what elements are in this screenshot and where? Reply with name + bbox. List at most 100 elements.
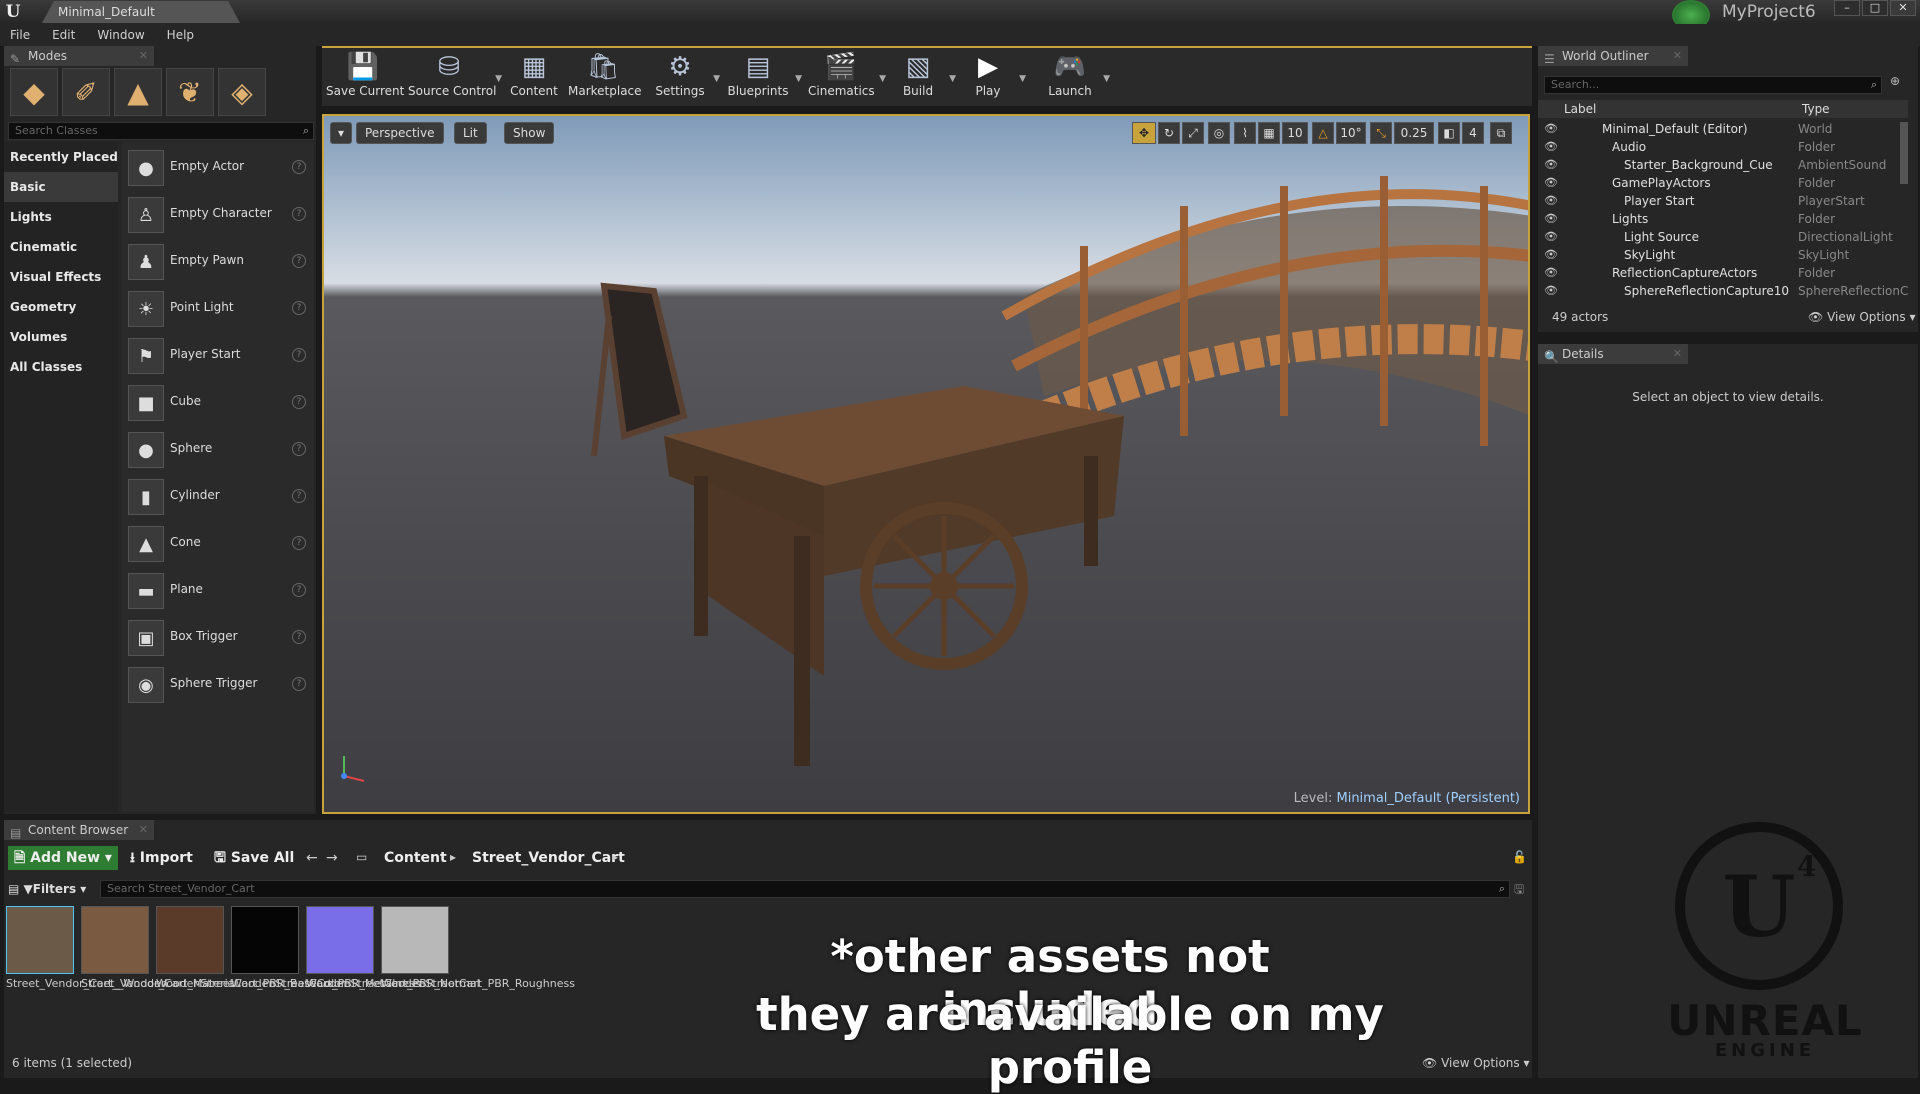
- eye-icon[interactable]: 👁: [1544, 246, 1558, 264]
- save-current-button[interactable]: 💾 Save Current: [326, 50, 404, 106]
- source-control-button[interactable]: ⛁ Source Control ▼: [408, 50, 502, 106]
- chevron-down-icon[interactable]: ▼: [949, 74, 956, 84]
- outliner-row[interactable]: 👁 SkyLight SkyLight: [1538, 246, 1900, 264]
- outliner-scrollbar[interactable]: [1900, 122, 1908, 184]
- play-button[interactable]: ▶ Play ▼: [962, 50, 1026, 106]
- eye-icon[interactable]: 👁: [1544, 228, 1558, 246]
- chevron-down-icon[interactable]: ▼: [1019, 74, 1026, 84]
- landscape-mode-button[interactable]: ▲: [114, 68, 162, 116]
- menu-window[interactable]: Window: [97, 24, 144, 46]
- place-mode-button[interactable]: ◆: [10, 68, 58, 116]
- world-local-icon[interactable]: ◎: [1208, 122, 1230, 144]
- actor-item[interactable]: ● Sphere?: [126, 428, 312, 472]
- category-basic[interactable]: Basic: [4, 172, 118, 202]
- asset-tile[interactable]: Street_Vendor_Cart__Wooden: [6, 906, 168, 990]
- outliner-row[interactable]: 👁 ReflectionCaptureActors Folder: [1538, 264, 1900, 282]
- show-button[interactable]: Show: [504, 122, 555, 144]
- outliner-row[interactable]: 👁 Lights Folder: [1538, 210, 1900, 228]
- close-button[interactable]: ✕: [1890, 0, 1916, 16]
- menu-edit[interactable]: Edit: [52, 24, 75, 46]
- chevron-down-icon[interactable]: ▼: [879, 74, 886, 84]
- eye-icon[interactable]: 👁: [1544, 210, 1558, 228]
- outliner-search-input[interactable]: Search... ⌕: [1544, 76, 1882, 94]
- actor-item[interactable]: ▲ Cone?: [126, 522, 312, 566]
- translate-tool-icon[interactable]: ✥: [1132, 122, 1156, 144]
- asset-tile[interactable]: Street_Vendor_Cart_Material: [81, 906, 238, 990]
- help-icon[interactable]: ?: [292, 348, 306, 362]
- lit-button[interactable]: Lit: [454, 122, 487, 144]
- actor-item[interactable]: ☀ Point Light?: [126, 287, 312, 331]
- settings-button[interactable]: ⚙ Settings ▼: [652, 50, 720, 106]
- lock-icon[interactable]: 🔓: [1512, 850, 1527, 864]
- outliner-row[interactable]: 👁 Light Source DirectionalLight: [1538, 228, 1900, 246]
- actor-item[interactable]: ▮ Cylinder?: [126, 475, 312, 519]
- camera-speed-value[interactable]: 4: [1462, 122, 1484, 144]
- close-icon[interactable]: ✕: [1673, 344, 1682, 364]
- view-options-button[interactable]: 👁 View Options ▾: [1808, 310, 1916, 324]
- eye-icon[interactable]: 👁: [1544, 174, 1558, 192]
- category-volumes[interactable]: Volumes: [4, 322, 118, 352]
- breadcrumb-content[interactable]: Content: [378, 846, 453, 870]
- marketplace-button[interactable]: 🛍 Marketplace: [568, 50, 642, 106]
- camera-speed-icon[interactable]: ◧: [1438, 122, 1460, 144]
- help-icon[interactable]: ?: [292, 442, 306, 456]
- type-column-header[interactable]: Type: [1802, 100, 1830, 118]
- chevron-down-icon[interactable]: ▼: [1103, 74, 1110, 84]
- help-icon[interactable]: ?: [292, 489, 306, 503]
- close-icon[interactable]: ✕: [139, 820, 148, 840]
- maximize-viewport-icon[interactable]: ⧉: [1490, 122, 1512, 144]
- cinematics-button[interactable]: 🎬 Cinematics ▼: [808, 50, 886, 106]
- add-folder-icon[interactable]: ⊕: [1890, 74, 1900, 88]
- outliner-row[interactable]: 👁 Minimal_Default (Editor) World: [1538, 120, 1900, 138]
- close-icon[interactable]: ✕: [139, 46, 148, 66]
- outliner-row[interactable]: 👁 Starter_Background_Cue AmbientSound: [1538, 156, 1900, 174]
- maximize-button[interactable]: □: [1862, 0, 1888, 16]
- surface-snap-icon[interactable]: ⌇: [1234, 122, 1256, 144]
- chevron-down-icon[interactable]: ▼: [495, 74, 502, 84]
- launch-button[interactable]: 🎮 Launch ▼: [1042, 50, 1110, 106]
- save-search-icon[interactable]: 🖫: [1514, 880, 1524, 901]
- geometry-mode-button[interactable]: ◈: [218, 68, 266, 116]
- scale-snap-value[interactable]: 0.25: [1394, 122, 1434, 144]
- content-button[interactable]: ▦ Content: [508, 50, 560, 106]
- menu-help[interactable]: Help: [167, 24, 194, 46]
- actor-item[interactable]: ♙ Empty Character?: [126, 193, 312, 237]
- eye-icon[interactable]: 👁: [1544, 282, 1558, 300]
- actor-item[interactable]: ◉ Sphere Trigger?: [126, 663, 312, 707]
- category-all-classes[interactable]: All Classes: [4, 352, 118, 382]
- document-tab[interactable]: Minimal_Default: [42, 1, 240, 23]
- category-geometry[interactable]: Geometry: [4, 292, 118, 322]
- help-icon[interactable]: ?: [292, 536, 306, 550]
- ue-logo-icon[interactable]: U: [2, 2, 24, 22]
- actor-item[interactable]: ⚑ Player Start?: [126, 334, 312, 378]
- modes-tab[interactable]: ✎ Modes ✕: [4, 46, 154, 66]
- search-classes-input[interactable]: Search Classes ⌕: [8, 122, 314, 140]
- asset-tile[interactable]: WoodenStreetCart_PBR_BaseColor: [156, 906, 345, 990]
- import-button[interactable]: ⭳ Import: [124, 846, 199, 870]
- cb-view-options-button[interactable]: 👁 View Options ▾: [1422, 1056, 1530, 1070]
- scale-tool-icon[interactable]: ⤢: [1182, 122, 1204, 144]
- help-icon[interactable]: ?: [292, 583, 306, 597]
- help-icon[interactable]: ?: [292, 301, 306, 315]
- details-tab[interactable]: 🔍 Details ✕: [1538, 344, 1688, 364]
- asset-tile[interactable]: WoodenStreetCart_PBR_Metalness: [231, 906, 421, 990]
- outliner-row[interactable]: 👁 Player Start PlayerStart: [1538, 192, 1900, 210]
- back-arrow-icon[interactable]: ←: [306, 850, 318, 866]
- help-icon[interactable]: ?: [292, 254, 306, 268]
- breadcrumb-street-vendor-cart[interactable]: Street_Vendor_Cart: [466, 846, 631, 870]
- paint-mode-button[interactable]: ✐: [62, 68, 110, 116]
- actor-item[interactable]: ● Empty Actor?: [126, 146, 312, 190]
- content-browser-tab[interactable]: ▤ Content Browser ✕: [4, 820, 154, 840]
- minimize-button[interactable]: –: [1834, 0, 1860, 16]
- actor-item[interactable]: ♟ Empty Pawn?: [126, 240, 312, 284]
- rotate-tool-icon[interactable]: ↻: [1158, 122, 1180, 144]
- save-all-button[interactable]: 🖫 Save All: [208, 846, 300, 870]
- add-new-button[interactable]: 🗎 Add New ▾: [8, 846, 118, 870]
- close-icon[interactable]: ✕: [1673, 46, 1682, 66]
- level-viewport[interactable]: ▾ Perspective Lit Show ✥ ↻ ⤢ ◎ ⌇ ▦ 10 △ …: [322, 114, 1530, 814]
- actor-item[interactable]: ▬ Plane?: [126, 569, 312, 613]
- rotation-snap-icon[interactable]: △: [1312, 122, 1334, 144]
- help-icon[interactable]: ?: [292, 677, 306, 691]
- help-icon[interactable]: ?: [292, 630, 306, 644]
- asset-tile[interactable]: WoodenStreetCart_PBR_Normal: [306, 906, 480, 990]
